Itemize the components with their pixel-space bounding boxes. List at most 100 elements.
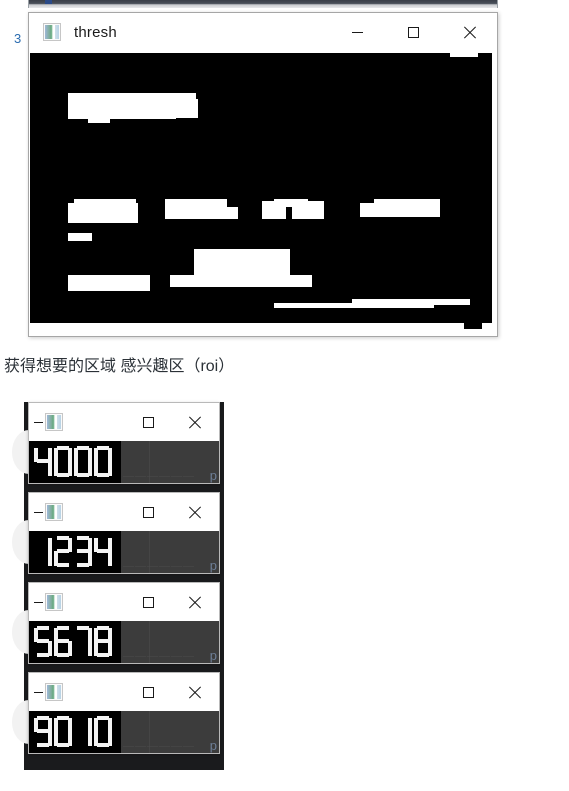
roi-digit xyxy=(74,626,92,657)
digit-segment-d xyxy=(57,743,69,747)
roi-image-body: —————— p xyxy=(29,711,219,753)
digit-segment-b xyxy=(68,718,72,732)
roi-digit xyxy=(74,716,92,747)
minimize-icon[interactable] xyxy=(34,511,43,513)
digit-segment-g xyxy=(77,549,89,553)
roi-digit xyxy=(54,716,72,747)
roi-digit xyxy=(54,446,72,477)
roi-digit-group xyxy=(34,536,112,567)
roi-image-body: —————— p xyxy=(29,621,219,663)
digit-segment-g xyxy=(57,549,69,553)
maximize-icon xyxy=(407,26,419,38)
digit-segment-c xyxy=(88,731,92,746)
close-button[interactable] xyxy=(441,13,497,51)
close-icon xyxy=(188,416,201,429)
close-button[interactable] xyxy=(171,583,217,621)
roi-digit-group xyxy=(34,716,112,747)
maximize-button[interactable] xyxy=(125,493,171,531)
digit-segment-f xyxy=(54,718,58,732)
minimize-icon[interactable] xyxy=(34,691,43,693)
digit-segment-c xyxy=(108,551,112,566)
background-window-dot xyxy=(45,0,52,4)
background-window-sliver xyxy=(28,0,498,8)
opencv-window-icon-gradient xyxy=(47,595,61,609)
roi-ghost-text: —————— xyxy=(123,470,195,482)
threshold-image-svg xyxy=(30,51,496,335)
thresh-window-titlebar[interactable]: thresh xyxy=(29,13,497,51)
roi-digit-panel xyxy=(29,621,121,663)
roi-digit xyxy=(94,446,112,477)
digit-segment-g xyxy=(37,459,49,463)
digit-segment-d xyxy=(77,473,89,477)
digit-segment-d xyxy=(37,743,49,747)
digit-segment-b xyxy=(108,448,112,462)
roi-digit-panel xyxy=(29,441,121,483)
roi-ghost-char: p xyxy=(209,738,217,753)
opencv-window-icon xyxy=(45,683,63,701)
roi-window[interactable]: —————— p xyxy=(28,402,220,484)
digit-segment-e xyxy=(54,641,58,656)
digit-segment-b xyxy=(88,718,92,732)
close-button[interactable] xyxy=(171,493,217,531)
maximize-button[interactable] xyxy=(125,583,171,621)
close-button[interactable] xyxy=(171,673,217,711)
opencv-window-icon-gradient xyxy=(45,25,59,39)
threshold-blob xyxy=(274,199,308,207)
maximize-icon xyxy=(142,506,154,518)
close-icon xyxy=(188,506,201,519)
roi-digit xyxy=(34,716,52,747)
threshold-blob xyxy=(108,111,198,118)
maximize-button[interactable] xyxy=(125,403,171,441)
digit-segment-g xyxy=(57,639,69,643)
digit-segment-d xyxy=(37,653,49,657)
roi-window-titlebar[interactable] xyxy=(29,673,219,711)
opencv-window-icon-gradient xyxy=(47,505,61,519)
roi-window-titlebar[interactable] xyxy=(29,493,219,531)
roi-window[interactable]: —————— p xyxy=(28,672,220,754)
minimize-icon[interactable] xyxy=(34,601,43,603)
roi-ghost-char: p xyxy=(209,468,217,483)
editor-line-number: 3 xyxy=(14,31,21,46)
digit-segment-e xyxy=(94,731,98,746)
digit-segment-g xyxy=(97,549,109,553)
threshold-image-canvas xyxy=(30,51,496,335)
roi-ghost-text: —————— xyxy=(123,650,195,662)
maximize-button[interactable] xyxy=(385,13,441,51)
opencv-window-icon xyxy=(45,503,63,521)
roi-window[interactable]: —————— p xyxy=(28,582,220,664)
opencv-window-icon-gradient xyxy=(47,685,61,699)
thresh-window-title: thresh xyxy=(74,23,117,41)
digit-segment-e xyxy=(54,551,58,566)
digit-segment-g xyxy=(37,729,49,733)
minimize-icon[interactable] xyxy=(34,421,43,423)
threshold-blob xyxy=(68,275,150,291)
digit-segment-d xyxy=(97,653,109,657)
close-icon xyxy=(463,26,476,39)
roi-digit xyxy=(74,446,92,477)
maximize-icon xyxy=(142,416,154,428)
roi-digit xyxy=(34,626,52,657)
roi-image-body: —————— p xyxy=(29,441,219,483)
digit-segment-e xyxy=(54,731,58,746)
thresh-window[interactable]: thresh xyxy=(28,12,498,337)
roi-window-titlebar[interactable] xyxy=(29,403,219,441)
roi-window-titlebar[interactable] xyxy=(29,583,219,621)
digit-segment-a xyxy=(37,626,49,630)
digit-segment-d xyxy=(57,563,69,567)
digit-segment-e xyxy=(94,461,98,476)
threshold-blob xyxy=(88,113,110,123)
digit-segment-f xyxy=(94,448,98,462)
roi-digit-group xyxy=(34,626,112,657)
caption-text: 获得想要的区域 感兴趣区（roi） xyxy=(4,358,235,375)
maximize-button[interactable] xyxy=(125,673,171,711)
maximize-icon xyxy=(142,686,154,698)
close-icon xyxy=(188,596,201,609)
minimize-button[interactable] xyxy=(329,13,385,51)
roi-digit xyxy=(94,536,112,567)
digit-segment-g xyxy=(97,639,109,643)
close-button[interactable] xyxy=(171,403,217,441)
roi-digit-group xyxy=(34,446,112,477)
window-controls xyxy=(125,493,217,531)
roi-image-body: —————— p xyxy=(29,531,219,573)
roi-window[interactable]: —————— p xyxy=(28,492,220,574)
